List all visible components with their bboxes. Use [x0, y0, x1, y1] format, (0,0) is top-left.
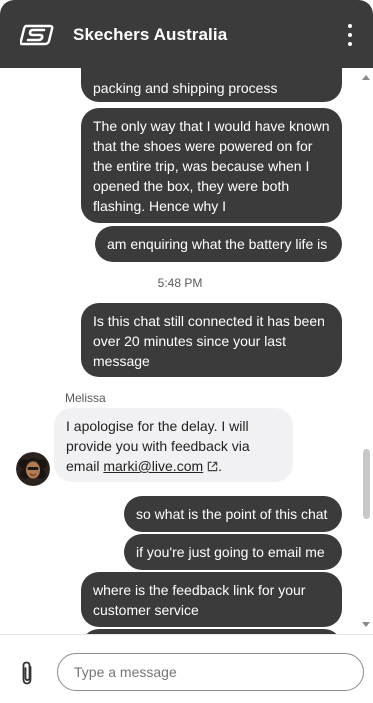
outgoing-message: Is this chat still connected it has been… — [81, 303, 342, 377]
paperclip-icon[interactable] — [18, 660, 36, 686]
chat-widget: Skechers Australia packing and shipping … — [0, 0, 373, 703]
message-text: Is this chat still connected it has been… — [93, 313, 325, 369]
outgoing-message: The only way that I would have known tha… — [81, 108, 342, 223]
more-vertical-icon — [348, 24, 352, 28]
message-text: The only way that I would have known tha… — [93, 118, 330, 214]
message-composer — [0, 634, 373, 703]
message-text: am enquiring what the battery life is — [107, 236, 328, 252]
scroll-up-arrow-icon[interactable] — [362, 74, 370, 82]
chat-title: Skechers Australia — [73, 25, 228, 44]
agent-avatar — [16, 452, 50, 486]
agent-name: Melissa — [65, 391, 106, 405]
chat-header: Skechers Australia — [0, 0, 373, 68]
incoming-message: I apologise for the delay. I will provid… — [54, 408, 293, 482]
message-text: . — [218, 458, 223, 474]
outgoing-message: packing and shipping process — [81, 68, 342, 102]
message-scrollbar[interactable] — [359, 68, 373, 634]
skechers-logo-icon — [20, 24, 54, 46]
scroll-thumb[interactable] — [363, 449, 370, 519]
message-text: so what is the point of this chat — [136, 506, 328, 522]
outgoing-message: if you're just going to email me — [124, 534, 342, 570]
message-text: where is the feedback link for your cust… — [93, 582, 306, 618]
message-timestamp: 5:48 PM — [157, 276, 203, 290]
email-link[interactable]: marki@live.com — [103, 458, 203, 474]
message-text: if you're just going to email me — [136, 544, 325, 560]
scroll-down-arrow-icon[interactable] — [362, 620, 370, 628]
message-list[interactable]: packing and shipping process The only wa… — [0, 68, 373, 634]
more-options-button[interactable] — [343, 24, 357, 46]
message-text: packing and shipping process — [93, 80, 278, 96]
outgoing-message: where is the feedback link for your cust… — [81, 572, 342, 627]
outgoing-message: am enquiring what the battery life is — [95, 226, 342, 262]
avatar-image — [16, 452, 50, 486]
message-input[interactable] — [57, 653, 364, 691]
external-link-icon — [207, 461, 218, 472]
outgoing-message: so what is the point of this chat — [124, 496, 342, 532]
